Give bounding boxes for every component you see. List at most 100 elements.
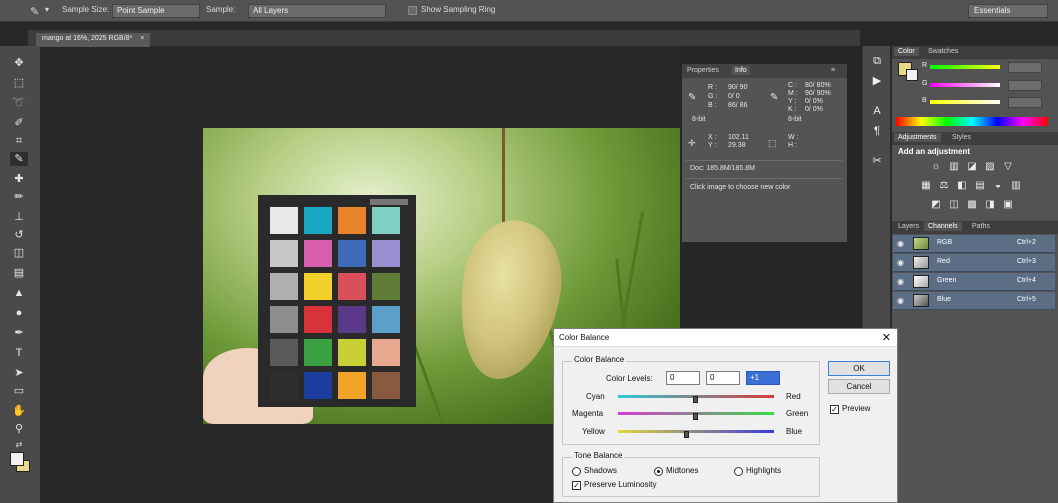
document-tab[interactable]: mango at 16%, 2025 RGB/8* × xyxy=(36,33,151,47)
color-checker-patch xyxy=(270,273,298,300)
color-lookup-icon[interactable]: ▥ xyxy=(1010,181,1022,191)
blue-slider[interactable] xyxy=(930,100,1000,104)
show-sampling-ring-checkbox[interactable] xyxy=(408,6,417,15)
eyedropper-tool-icon[interactable]: ✎ xyxy=(30,5,39,18)
color-balance-icon[interactable]: ⚖ xyxy=(938,181,950,191)
tab-color[interactable]: Color xyxy=(894,47,919,56)
adjustments-panel-tabbar: Adjustments Styles xyxy=(892,132,1058,145)
info-m-label: M : xyxy=(788,90,798,97)
color-level-cyan-red-field[interactable]: 0 xyxy=(666,371,700,385)
foreground-color-swatch[interactable] xyxy=(10,452,24,466)
character-panel-icon[interactable]: A xyxy=(870,104,884,118)
tab-channels[interactable]: Channels xyxy=(924,222,962,231)
green-value-field[interactable] xyxy=(1008,80,1042,91)
blue-value-field[interactable] xyxy=(1008,97,1042,108)
black-white-icon[interactable]: ◧ xyxy=(956,181,968,191)
crop-tool-icon[interactable]: ⌗ xyxy=(10,134,28,148)
color-spectrum[interactable] xyxy=(896,117,1048,126)
history-brush-tool-icon[interactable]: ↺ xyxy=(10,228,28,242)
close-tab-icon[interactable]: × xyxy=(140,35,144,42)
visibility-eye-icon[interactable]: ◉ xyxy=(897,296,904,305)
color-panel-foreground-swatch[interactable] xyxy=(906,69,918,81)
quick-select-tool-icon[interactable]: ✐ xyxy=(10,116,28,130)
marquee-tool-icon[interactable]: ⬚ xyxy=(10,76,28,90)
panel-menu-icon[interactable]: ≡ xyxy=(828,66,838,75)
healing-brush-tool-icon[interactable]: ✚ xyxy=(10,172,28,186)
channel-row-red[interactable]: ◉ Red Ctrl+3 xyxy=(893,254,1055,272)
red-slider[interactable] xyxy=(930,65,1000,69)
magenta-green-slider-thumb[interactable] xyxy=(693,413,698,420)
zoom-tool-icon[interactable]: ⚲ xyxy=(10,422,28,436)
color-balance-group-label: Color Balance xyxy=(572,355,627,364)
vibrance-icon[interactable]: ▽ xyxy=(1002,162,1014,172)
cyan-red-slider-thumb[interactable] xyxy=(693,396,698,403)
highlights-radio[interactable] xyxy=(734,467,743,476)
brush-tool-icon[interactable]: ✏ xyxy=(10,190,28,204)
midtones-radio[interactable] xyxy=(654,467,663,476)
close-icon[interactable]: ✕ xyxy=(882,331,891,344)
invert-icon[interactable]: ◩ xyxy=(930,200,942,210)
ok-button[interactable]: OK xyxy=(828,361,890,376)
channel-name: RGB xyxy=(937,239,953,246)
eraser-tool-icon[interactable]: ◫ xyxy=(10,246,28,260)
visibility-eye-icon[interactable]: ◉ xyxy=(897,239,904,248)
tab-layers[interactable]: Layers xyxy=(894,222,923,231)
clone-stamp-tool-icon[interactable]: ⊥ xyxy=(10,210,28,224)
move-tool-icon[interactable]: ✥ xyxy=(10,56,28,70)
brightness-contrast-icon[interactable]: ☼ xyxy=(930,162,942,172)
levels-icon[interactable]: ▥ xyxy=(948,162,960,172)
red-value-field[interactable] xyxy=(1008,62,1042,73)
blur-tool-icon[interactable]: ▲ xyxy=(10,286,28,300)
lasso-tool-icon[interactable]: ➰ xyxy=(10,96,28,110)
curves-icon[interactable]: ◪ xyxy=(966,162,978,172)
eyedropper-tool-icon[interactable]: ✎ xyxy=(10,152,28,166)
highlights-label: Highlights xyxy=(746,466,782,475)
dialog-titlebar[interactable]: Color Balance ✕ xyxy=(554,329,897,347)
gradient-tool-icon[interactable]: ▤ xyxy=(10,266,28,280)
visibility-eye-icon[interactable]: ◉ xyxy=(897,277,904,286)
cancel-button[interactable]: Cancel xyxy=(828,379,890,394)
tab-info[interactable]: Info xyxy=(732,66,750,75)
preview-checkbox[interactable]: ✓ xyxy=(830,405,839,414)
tab-paths[interactable]: Paths xyxy=(968,222,994,231)
history-panel-icon[interactable]: ⧉ xyxy=(870,54,884,68)
tab-swatches[interactable]: Swatches xyxy=(924,47,962,56)
path-selection-tool-icon[interactable]: ➤ xyxy=(10,366,28,380)
pen-tool-icon[interactable]: ✒ xyxy=(10,326,28,340)
gradient-map-icon[interactable]: ◨ xyxy=(984,200,996,210)
channel-row-blue[interactable]: ◉ Blue Ctrl+5 xyxy=(893,292,1055,310)
visibility-eye-icon[interactable]: ◉ xyxy=(897,258,904,267)
yellow-blue-slider[interactable] xyxy=(618,430,774,433)
tool-preset-chevron-icon[interactable]: ▾ xyxy=(45,5,49,14)
channel-mixer-icon[interactable]: ◒ xyxy=(992,181,1004,191)
sample-size-select[interactable]: Point Sample xyxy=(112,4,200,18)
tool-presets-panel-icon[interactable]: ✂ xyxy=(870,154,884,168)
dodge-tool-icon[interactable]: ● xyxy=(10,306,28,320)
shape-tool-icon[interactable]: ▭ xyxy=(10,384,28,398)
tab-properties[interactable]: Properties xyxy=(684,66,722,75)
paragraph-panel-icon[interactable]: ¶ xyxy=(870,124,884,138)
preserve-luminosity-checkbox[interactable]: ✓ xyxy=(572,481,581,490)
sample-select[interactable]: All Layers xyxy=(248,4,386,18)
photo-filter-icon[interactable]: ▤ xyxy=(974,181,986,191)
color-level-yellow-blue-field[interactable]: +1 xyxy=(746,371,780,385)
shadows-radio[interactable] xyxy=(572,467,581,476)
exposure-icon[interactable]: ▨ xyxy=(984,162,996,172)
selective-color-icon[interactable]: ▣ xyxy=(1002,200,1014,210)
hand-tool-icon[interactable]: ✋ xyxy=(10,404,28,418)
green-slider[interactable] xyxy=(930,83,1000,87)
actions-panel-icon[interactable]: ▶ xyxy=(870,74,884,88)
swap-colors-icon[interactable]: ⇄ xyxy=(10,438,28,452)
color-level-magenta-green-field[interactable]: 0 xyxy=(706,371,740,385)
posterize-icon[interactable]: ◫ xyxy=(948,200,960,210)
tab-adjustments[interactable]: Adjustments xyxy=(894,133,941,142)
yellow-blue-slider-thumb[interactable] xyxy=(684,431,689,438)
channel-row-green[interactable]: ◉ Green Ctrl+4 xyxy=(893,273,1055,291)
color-checker-patch xyxy=(270,372,298,399)
hue-saturation-icon[interactable]: ▦ xyxy=(920,181,932,191)
threshold-icon[interactable]: ▩ xyxy=(966,200,978,210)
type-tool-icon[interactable]: T xyxy=(10,346,28,360)
workspace-switcher[interactable]: Essentials xyxy=(968,4,1048,18)
tab-styles[interactable]: Styles xyxy=(948,133,975,142)
channel-row-rgb[interactable]: ◉ RGB Ctrl+2 xyxy=(893,235,1055,253)
